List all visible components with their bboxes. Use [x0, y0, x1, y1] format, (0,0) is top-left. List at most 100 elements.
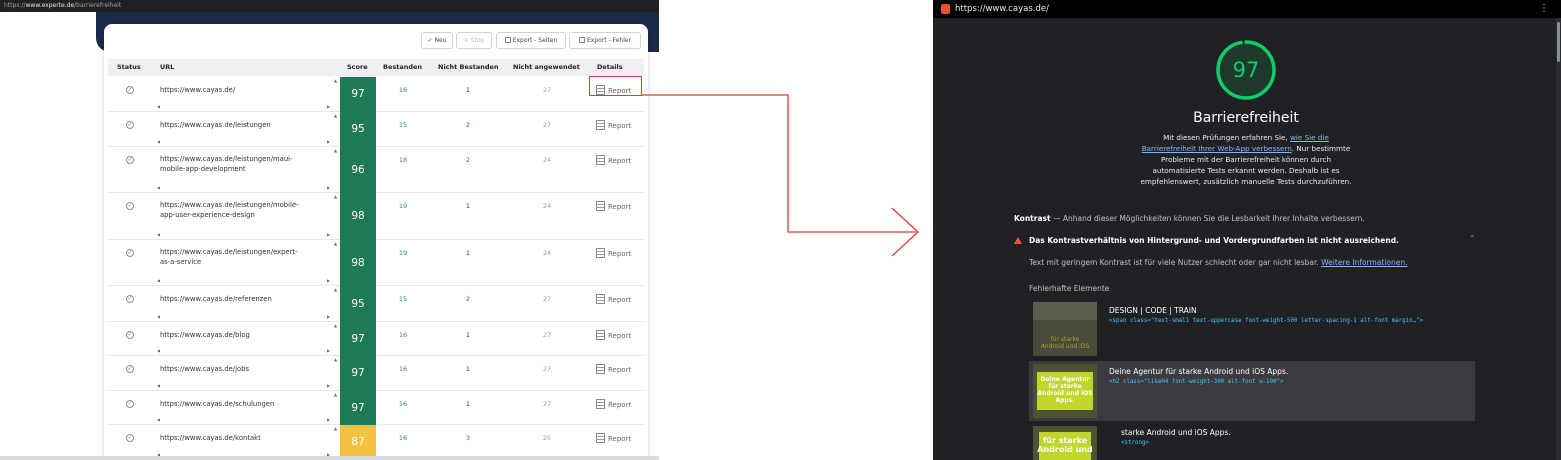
category-description: Mit diesen Prüfungen erfahren Sie, wie S…: [1136, 132, 1356, 187]
row-scroll-left-icon[interactable]: ◀: [157, 105, 160, 109]
export-errors-button[interactable]: Export - Fehler: [569, 32, 641, 49]
row-url[interactable]: https://www.cayas.de/schulungen: [160, 399, 325, 409]
export-pages-button[interactable]: Export - Seiten: [496, 32, 566, 49]
row-url[interactable]: https://www.cayas.de/leistungen/maui-mob…: [160, 154, 325, 174]
column-details[interactable]: Details: [597, 60, 623, 74]
row-scroll-up-icon[interactable]: ▲: [334, 114, 337, 118]
report-link[interactable]: Report: [596, 294, 631, 304]
report-label: Report: [608, 157, 632, 165]
element-code: <span class="text-small text-uppercase f…: [1109, 318, 1424, 324]
passed-count: 16: [398, 434, 408, 442]
status-check-icon: ✓: [126, 249, 134, 257]
scrollbar-thumb[interactable]: [1557, 22, 1560, 62]
failing-element[interactable]: für starke Android und iOS DESIGN | CODE …: [1029, 302, 1475, 358]
failing-element[interactable]: für starke Android und starke Android und…: [1029, 424, 1475, 460]
report-link[interactable]: Report: [596, 248, 631, 258]
row-scroll-up-icon[interactable]: ▲: [334, 79, 337, 83]
report-link[interactable]: Report: [596, 155, 631, 165]
report-link[interactable]: Report: [596, 120, 631, 130]
row-scroll-left-icon[interactable]: ◀: [157, 315, 160, 319]
row-scroll-right-icon[interactable]: ▶: [327, 186, 330, 190]
column-url[interactable]: URL: [160, 60, 174, 74]
row-url[interactable]: https://www.cayas.de/referenzen: [160, 294, 325, 304]
row-scroll-left-icon[interactable]: ◀: [157, 279, 160, 283]
row-url[interactable]: https://www.cayas.de/blog: [160, 330, 325, 340]
row-scroll-up-icon[interactable]: ▲: [334, 427, 337, 431]
status-check-icon: ✓: [126, 202, 134, 210]
not-applied-count: 27: [542, 365, 552, 373]
row-scroll-up-icon[interactable]: ▲: [334, 393, 337, 397]
row-url[interactable]: https://www.cayas.de/leistungen/mobile-a…: [160, 200, 325, 220]
failed-count: 2: [465, 121, 471, 129]
screenshot-stage: https://www.experte.de/barrierefreiheit …: [0, 0, 1561, 460]
row-scroll-right-icon[interactable]: ▶: [327, 105, 330, 109]
not-applied-count: 27: [542, 86, 552, 94]
row-url[interactable]: https://www.cayas.de/: [160, 85, 325, 95]
row-url-line: https://www.cayas.de/leistungen/mobile-: [160, 201, 299, 209]
row-scroll-up-icon[interactable]: ▲: [334, 242, 337, 246]
report-link[interactable]: Report: [596, 330, 631, 340]
status-check-icon: ✓: [126, 86, 134, 94]
row-scroll-right-icon[interactable]: ▶: [327, 233, 330, 237]
left-url-bar[interactable]: https://www.experte.de/barrierefreiheit: [0, 0, 659, 12]
column-score[interactable]: Score: [347, 60, 368, 74]
passed-count: 15: [398, 295, 408, 303]
row-scroll-left-icon[interactable]: ◀: [157, 349, 160, 353]
scrollbar[interactable]: [1556, 18, 1561, 460]
right-url-bar[interactable]: https://www.cayas.de/: [933, 0, 1561, 18]
row-scroll-left-icon[interactable]: ◀: [157, 140, 160, 144]
report-link[interactable]: Report: [596, 399, 631, 409]
row-scroll-right-icon[interactable]: ▶: [327, 140, 330, 144]
row-scroll-right-icon[interactable]: ▶: [327, 315, 330, 319]
report-link[interactable]: Report: [596, 364, 631, 374]
row-scroll-left-icon[interactable]: ◀: [157, 418, 160, 422]
new-button[interactable]: ✓ Neu: [421, 32, 453, 49]
row-scroll-right-icon[interactable]: ▶: [327, 349, 330, 353]
row-url-line: mobile-app-development: [160, 165, 246, 173]
column-not-applied[interactable]: Nicht angewendet: [513, 60, 580, 74]
row-scroll-up-icon[interactable]: ▲: [334, 324, 337, 328]
column-failed[interactable]: Nicht Bestanden: [438, 60, 499, 74]
row-url-line: https://www.cayas.de/: [160, 86, 236, 94]
row-scroll-right-icon[interactable]: ▶: [327, 384, 330, 388]
row-url[interactable]: https://www.cayas.de/kontakt: [160, 433, 325, 443]
report-link[interactable]: Report: [596, 201, 631, 211]
row-url[interactable]: https://www.cayas.de/jobs: [160, 364, 325, 374]
passed-count: 16: [398, 400, 408, 408]
stop-button-label: Stop: [470, 37, 485, 44]
row-scroll-right-icon[interactable]: ▶: [327, 279, 330, 283]
row-scroll-up-icon[interactable]: ▲: [334, 195, 337, 199]
more-menu-icon[interactable]: ⋮: [1539, 0, 1549, 18]
row-scroll-up-icon[interactable]: ▲: [334, 358, 337, 362]
report-label: Report: [608, 401, 632, 409]
row-scroll-left-icon[interactable]: ◀: [157, 186, 160, 190]
column-passed[interactable]: Bestanden: [383, 60, 422, 74]
row-scroll-right-icon[interactable]: ▶: [327, 418, 330, 422]
chevron-up-icon[interactable]: ⌃: [1469, 234, 1476, 243]
not-applied-count: 27: [542, 121, 552, 129]
passed-count: 18: [398, 156, 408, 164]
passed-count: 16: [398, 86, 408, 94]
column-status[interactable]: Status: [117, 60, 141, 74]
row-scroll-up-icon[interactable]: ▲: [334, 149, 337, 153]
row-scroll-left-icon[interactable]: ◀: [157, 384, 160, 388]
row-scroll-up-icon[interactable]: ▲: [334, 288, 337, 292]
report-label: Report: [608, 332, 632, 340]
report-link[interactable]: Report: [596, 433, 631, 443]
new-button-label: Neu: [434, 37, 447, 44]
accessibility-score: 97: [1232, 58, 1260, 82]
failed-count: 2: [465, 156, 471, 164]
row-url[interactable]: https://www.cayas.de/leistungen: [160, 120, 325, 130]
category-title: Barrierefreiheit: [1193, 110, 1299, 126]
thumb-line: Android und iOS: [1040, 343, 1090, 350]
failing-element[interactable]: Deine Agentur für starke Android und iOS …: [1029, 361, 1475, 421]
more-info-link[interactable]: Weitere Informationen.: [1321, 258, 1407, 267]
not-applied-count: 24: [542, 156, 552, 164]
stop-button[interactable]: × Stop: [456, 32, 492, 49]
row-scroll-left-icon[interactable]: ◀: [157, 233, 160, 237]
row-url[interactable]: https://www.cayas.de/leistungen/expert-a…: [160, 247, 325, 267]
section-description: — Anhand dieser Möglichkeiten können Sie…: [1050, 214, 1365, 223]
audit-title[interactable]: Das Kontrastverhältnis von Hintergrund- …: [1029, 236, 1399, 245]
url-path: /barrierefreiheit: [74, 2, 122, 9]
passed-count: 16: [398, 331, 408, 339]
